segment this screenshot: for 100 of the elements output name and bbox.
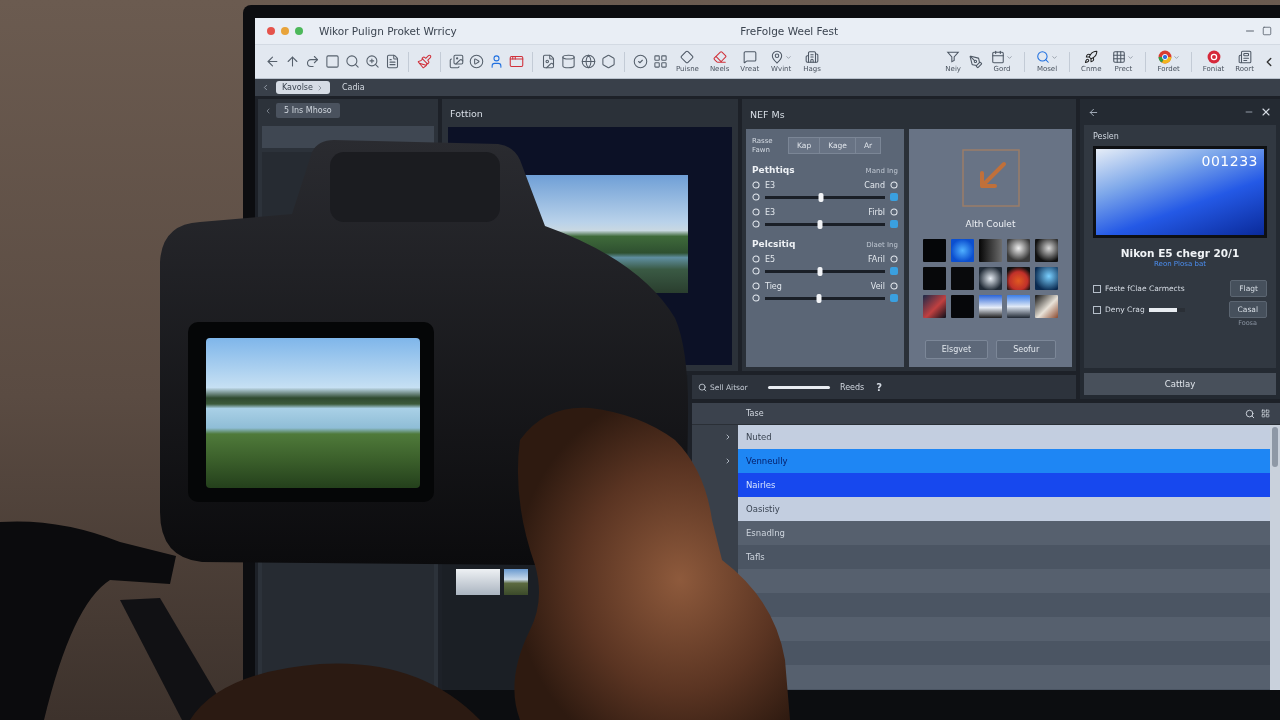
image-file-icon[interactable] bbox=[541, 54, 556, 69]
pen-icon[interactable] bbox=[969, 54, 983, 69]
image-thumbnail[interactable] bbox=[1035, 239, 1058, 262]
close-icon[interactable] bbox=[1260, 106, 1272, 118]
image-thumbnail[interactable] bbox=[979, 267, 1002, 290]
tab[interactable]: Kavolse bbox=[276, 81, 330, 94]
brush-icon[interactable] bbox=[417, 54, 432, 69]
search-icon[interactable] bbox=[345, 54, 360, 69]
panel-button[interactable]: Seofur bbox=[996, 340, 1057, 359]
circle-icon[interactable] bbox=[752, 220, 760, 228]
table-cell-text: Esnadlng bbox=[745, 528, 785, 538]
image-thumbnail[interactable] bbox=[979, 239, 1002, 262]
tab[interactable]: Cadia bbox=[335, 81, 371, 94]
scrollbar-track[interactable] bbox=[1270, 425, 1280, 690]
image-thumbnail[interactable] bbox=[979, 295, 1002, 318]
radio-icon[interactable] bbox=[752, 255, 760, 263]
globe-icon[interactable] bbox=[581, 54, 596, 69]
image-thumbnail[interactable] bbox=[951, 239, 974, 262]
maximize-icon[interactable] bbox=[1262, 26, 1272, 36]
footer-button[interactable]: Cattlay bbox=[1084, 373, 1276, 395]
radio-icon[interactable] bbox=[752, 208, 760, 216]
section-title: Pelcsitiq bbox=[752, 238, 796, 249]
slider-thumb[interactable] bbox=[816, 293, 822, 303]
chevron-right-icon[interactable] bbox=[724, 433, 732, 441]
search-icon[interactable] bbox=[1245, 408, 1255, 419]
image-thumbnail[interactable] bbox=[923, 239, 946, 262]
calendar-icon bbox=[991, 50, 1005, 64]
radio-icon[interactable] bbox=[752, 282, 760, 290]
back-arrow-icon[interactable] bbox=[1088, 106, 1099, 118]
table-cell-text: Tafls bbox=[745, 552, 765, 562]
slider-label: E3 bbox=[765, 180, 776, 190]
checkbox[interactable] bbox=[1093, 305, 1101, 314]
zoom-in-icon[interactable] bbox=[365, 54, 380, 69]
image-thumbnail[interactable] bbox=[504, 569, 528, 595]
minimize-dot-icon[interactable] bbox=[281, 27, 289, 35]
value-handle-icon[interactable] bbox=[890, 193, 898, 201]
slider-value: Veil bbox=[870, 281, 885, 291]
slider-value: Cand bbox=[864, 180, 885, 190]
disc-icon bbox=[1206, 50, 1221, 64]
grid-icon[interactable] bbox=[653, 54, 668, 69]
image-thumbnail[interactable] bbox=[1035, 267, 1058, 290]
image-thumbnail[interactable] bbox=[1007, 239, 1030, 262]
slider-thumb[interactable] bbox=[817, 219, 823, 229]
action-button[interactable]: Reeds bbox=[838, 382, 867, 392]
column-header: Tase bbox=[746, 409, 765, 418]
value-handle-icon[interactable] bbox=[890, 267, 898, 275]
slider-thumb[interactable] bbox=[818, 192, 824, 202]
section-title: Pethtiqs bbox=[752, 164, 795, 175]
scrollbar-thumb[interactable] bbox=[1272, 427, 1278, 467]
image-thumbnail[interactable] bbox=[951, 295, 974, 318]
radio-icon[interactable] bbox=[752, 181, 760, 189]
chevron-right-icon[interactable] bbox=[724, 457, 732, 465]
image-thumbnail[interactable] bbox=[923, 295, 946, 318]
panel-button[interactable]: Elsgvet bbox=[924, 340, 989, 359]
search-icon bbox=[698, 382, 707, 392]
circle-icon[interactable] bbox=[752, 294, 760, 302]
image-thumbnail[interactable] bbox=[923, 267, 946, 290]
image-thumbnail[interactable] bbox=[1035, 295, 1058, 318]
play-circle-icon[interactable] bbox=[469, 54, 484, 69]
device-name: Nikon E5 chegr 20/1 bbox=[1119, 247, 1241, 259]
redo-icon[interactable] bbox=[305, 54, 320, 69]
document-icon[interactable] bbox=[385, 54, 400, 69]
circle-icon[interactable] bbox=[890, 282, 898, 290]
circle-icon[interactable] bbox=[752, 267, 760, 275]
table-row[interactable]: Venneully bbox=[738, 449, 1270, 473]
slider-label: E3 bbox=[765, 207, 776, 217]
circle-icon[interactable] bbox=[890, 255, 898, 263]
check-circle-icon[interactable] bbox=[633, 54, 648, 69]
person-icon[interactable] bbox=[489, 54, 504, 69]
help-button[interactable]: ? bbox=[874, 381, 885, 393]
table-row[interactable]: Oasistiy bbox=[738, 497, 1270, 521]
circle-icon[interactable] bbox=[890, 181, 898, 189]
image-thumbnail[interactable] bbox=[1007, 295, 1030, 318]
table-row[interactable]: Nairles bbox=[738, 473, 1270, 497]
hexagon-icon[interactable] bbox=[601, 54, 616, 69]
square-icon[interactable] bbox=[325, 54, 340, 69]
image-thumbnail[interactable] bbox=[951, 267, 974, 290]
table-row[interactable]: Nuted bbox=[738, 425, 1270, 449]
circle-icon[interactable] bbox=[752, 193, 760, 201]
back-arrow-icon[interactable] bbox=[265, 54, 280, 69]
card-label: Peslen bbox=[1093, 132, 1120, 141]
checkbox[interactable] bbox=[1093, 284, 1101, 293]
search-icon bbox=[1036, 50, 1050, 64]
grid-icon[interactable] bbox=[1261, 409, 1270, 418]
newspaper-icon bbox=[1237, 50, 1252, 64]
table-cell-text: Nuted bbox=[745, 432, 772, 442]
window-icon[interactable] bbox=[509, 54, 524, 69]
value-handle-icon[interactable] bbox=[890, 220, 898, 228]
cylinder-icon[interactable] bbox=[561, 54, 576, 69]
zoom-dot-icon[interactable] bbox=[295, 27, 303, 35]
slider-thumb[interactable] bbox=[817, 266, 823, 276]
close-dot-icon[interactable] bbox=[267, 27, 275, 35]
timecode: 001233 bbox=[1201, 153, 1258, 169]
image-thumbnail[interactable] bbox=[1007, 267, 1030, 290]
image-thumbnail[interactable] bbox=[456, 569, 500, 595]
slider-track[interactable] bbox=[1148, 307, 1185, 312]
circle-icon[interactable] bbox=[890, 208, 898, 216]
value-handle-icon[interactable] bbox=[890, 294, 898, 302]
image-stack-icon[interactable] bbox=[449, 54, 464, 69]
sidebar-button[interactable]: 5 Ins Mhoso bbox=[276, 103, 340, 118]
